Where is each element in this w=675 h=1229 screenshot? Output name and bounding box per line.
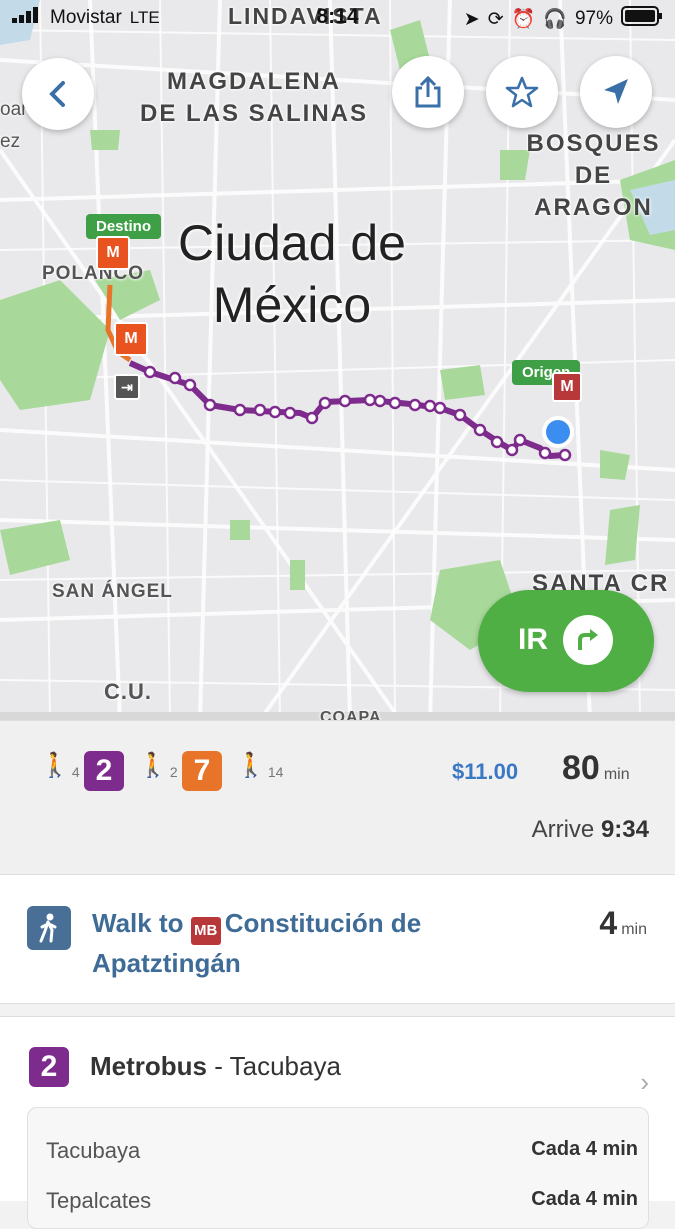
metrobus-step-title: Metrobus - Tacubaya: [90, 1051, 341, 1082]
rotation-lock-icon: ⟳: [487, 8, 504, 30]
stops-list: Tacubaya Cada 4 min Tepalcates Cada 4 mi…: [27, 1107, 649, 1229]
walk-minutes: 4: [71, 764, 80, 780]
map-label-city: Ciudad de México: [178, 215, 406, 333]
walk-step-icon: [27, 906, 71, 950]
origin-metrobus-icon: M: [552, 372, 582, 402]
battery-icon: [621, 6, 663, 32]
entrance-icon: ⇥: [114, 374, 140, 400]
metrobus-line-2-badge: 2: [29, 1047, 69, 1087]
walk-minutes: 2: [169, 764, 178, 780]
total-duration: 80 min: [562, 749, 630, 788]
headphones-icon: 🎧: [543, 9, 567, 30]
share-button[interactable]: [392, 56, 464, 128]
arrive-time-value: 9:34: [600, 816, 649, 843]
walk-step-text: Walk to MB Constitución de Apatztingán: [92, 905, 512, 981]
walk-minutes: 14: [267, 764, 284, 780]
transfer-metro-icon: M: [114, 322, 148, 356]
map-label-san-angel: SAN ÁNGEL: [52, 581, 173, 602]
metrobus-direction: Tacubaya: [229, 1051, 341, 1081]
chevron-left-icon: [49, 81, 65, 107]
map-label-bosques: BOSQUES DE ARAGON: [526, 130, 661, 221]
status-bar: Movistar LTE 8:14 ➤ ⟳ ⏰ 🎧 97%: [0, 0, 675, 36]
leg-line: 2: [84, 751, 124, 791]
metrobus-station-icon: MB: [190, 917, 221, 945]
metrobus-line-badge: 2: [84, 751, 124, 791]
total-duration-unit: min: [603, 766, 630, 783]
walk-icon: 🚶: [138, 752, 168, 779]
metro-line-badge: 7: [182, 751, 222, 791]
chevron-right-icon[interactable]: ›: [640, 1067, 649, 1098]
share-icon: [415, 75, 441, 108]
leg-walk: 🚶 4: [40, 751, 80, 780]
walk-icon: 🚶: [40, 752, 70, 779]
leg-walk: 🚶 14: [236, 751, 283, 780]
fare-price: $11.00: [452, 759, 519, 784]
alarm-icon: ⏰: [511, 9, 536, 30]
star-icon: [505, 76, 539, 108]
arrive-label: Arrive: [531, 816, 595, 843]
metrobus-mode: Metrobus: [90, 1051, 207, 1081]
go-button[interactable]: IR: [478, 590, 654, 692]
go-button-label: IR: [518, 623, 548, 656]
list-item[interactable]: Tacubaya Cada 4 min: [46, 1138, 638, 1164]
step-metrobus[interactable]: 2 Metrobus - Tacubaya › Tacubaya Cada 4 …: [0, 1016, 675, 1229]
back-button[interactable]: [22, 58, 94, 130]
favorite-button[interactable]: [486, 56, 558, 128]
turn-right-icon: [563, 615, 613, 665]
destination-metro-icon: M: [96, 236, 130, 270]
arrival-time: Arrive 9:34: [532, 816, 649, 844]
total-duration-value: 80: [562, 749, 600, 787]
map-label-coapa: COAPA: [320, 709, 382, 720]
walk-step-duration: 4 min: [599, 905, 647, 942]
list-item[interactable]: Tepalcates Cada 4 min: [46, 1188, 638, 1214]
route-map[interactable]: LINDAVISTA MAGDALENA DE LAS SALINAS BOSQ…: [0, 0, 675, 720]
stop-name: Tepalcates: [46, 1188, 152, 1213]
navigate-button[interactable]: [580, 56, 652, 128]
stop-name: Tacubaya: [46, 1138, 141, 1163]
route-summary[interactable]: 🚶 4 2 🚶 2 7 🚶 14 $11.00 80 min Arrive 9:3…: [0, 720, 675, 873]
battery-percent: 97%: [574, 8, 613, 29]
walk-step-prefix: Walk to: [92, 908, 184, 938]
stop-frequency: Cada 4 min: [531, 1138, 638, 1160]
metrobus-separator: -: [207, 1051, 230, 1081]
leg-line: 7: [182, 751, 222, 791]
walk-step-duration-value: 4: [599, 905, 618, 941]
map-label-magdalena: MAGDALENA DE LAS SALINAS: [140, 68, 369, 127]
step-walk[interactable]: Walk to MB Constitución de Apatztingán 4m…: [0, 874, 675, 1004]
walk-icon: 🚶: [236, 752, 266, 779]
location-arrow-icon: ➤: [463, 8, 480, 30]
navigation-arrow-icon: [604, 79, 628, 104]
map-label-cu: C.U.: [104, 679, 152, 704]
leg-walk: 🚶 2: [138, 751, 178, 780]
walk-step-duration-unit: min: [621, 921, 647, 938]
